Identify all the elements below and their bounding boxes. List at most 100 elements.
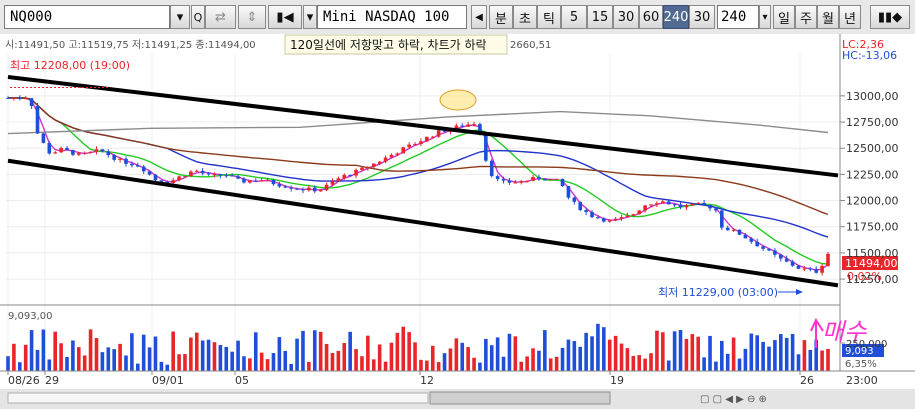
volume-bar: [466, 347, 470, 371]
volume-bar: [407, 332, 411, 371]
count-input[interactable]: 240: [717, 5, 759, 29]
candle-body: [501, 179, 506, 181]
volume-bar: [826, 348, 830, 371]
instrument-name-field[interactable]: Mini NASDAQ 100: [317, 5, 467, 29]
volume-bar: [802, 340, 807, 371]
zoom-controls-icon[interactable]: ▢ ▢ ◀ ▶ ⊖ ⊕: [700, 394, 767, 405]
name-dropdown-button[interactable]: ▾: [303, 5, 317, 29]
view-tab-3[interactable]: 년: [839, 5, 861, 29]
candle-body: [826, 253, 830, 266]
volume-bar: [47, 359, 52, 371]
candle-body: [253, 180, 258, 182]
volume-bar: [141, 334, 146, 371]
period-tab-8[interactable]: 30: [689, 5, 715, 29]
period-tab-7[interactable]: 240: [663, 5, 689, 29]
compare-button[interactable]: ⇄: [205, 5, 236, 29]
candle-body: [124, 158, 128, 164]
scroll-thumb[interactable]: [429, 391, 611, 405]
volume-bar: [796, 354, 801, 371]
candle-body: [489, 160, 494, 177]
volume-bar: [784, 337, 789, 371]
volume-bar: [76, 347, 81, 371]
period-tab-6[interactable]: 60: [639, 5, 663, 29]
candle-body: [277, 184, 282, 187]
volume-bar: [590, 336, 594, 371]
volume-bar: [59, 343, 63, 371]
volume-bar: [661, 332, 665, 371]
candle-body: [200, 170, 205, 174]
chart-area[interactable]: 시:11491,50 고:11519,75 저:11491,25 종:11494…: [0, 34, 915, 409]
resistance-highlight: [439, 89, 477, 111]
volume-bar: [17, 362, 22, 371]
symbol-input[interactable]: NQ000: [4, 5, 170, 29]
period-tab-4[interactable]: 15: [587, 5, 613, 29]
volume-bar: [454, 338, 459, 371]
period-tab-1[interactable]: 초: [513, 5, 537, 29]
candle-body: [672, 204, 677, 206]
count-value: 240: [721, 9, 747, 25]
volume-bar: [12, 343, 16, 371]
candle-body: [242, 178, 246, 183]
volume-bar: [218, 345, 223, 371]
candle-body: [183, 176, 187, 178]
volume-bar: [94, 338, 99, 371]
volume-bar: [484, 338, 488, 371]
period-tab-0[interactable]: 분: [489, 5, 513, 29]
candle-body: [584, 210, 588, 213]
candle-body: [259, 180, 264, 182]
volume-bar: [460, 342, 465, 371]
candle-body: [6, 97, 10, 99]
candle-body: [401, 147, 406, 154]
candle-body: [484, 133, 488, 161]
volume-bar: [519, 361, 524, 371]
candle-body: [419, 141, 423, 145]
candle-body: [619, 217, 624, 219]
view-tab-0[interactable]: 일: [773, 5, 795, 29]
volume-bar: [106, 347, 111, 371]
y-tick-label: 11750,00: [846, 221, 899, 234]
candle-body: [507, 180, 512, 183]
prev-button[interactable]: ◀: [471, 5, 487, 29]
volume-bar: [301, 330, 305, 371]
view-tab-1[interactable]: 주: [795, 5, 817, 29]
period-tab-3[interactable]: 5: [561, 5, 587, 29]
y-tick-label: 11500,00: [846, 247, 899, 260]
note-text: 120일선에 저항맞고 하락, 차트가 하락: [290, 38, 487, 52]
candle-body: [596, 217, 600, 219]
candle-body: [779, 254, 783, 259]
volume-bar: [41, 329, 46, 371]
volume-bar: [253, 332, 258, 371]
candle-body: [53, 152, 57, 154]
period-tab-5[interactable]: 30: [613, 5, 639, 29]
y-tick-label: 12750,00: [846, 116, 899, 129]
volume-bar: [548, 358, 553, 371]
volume-bar: [725, 353, 730, 371]
volume-bar: [749, 333, 754, 371]
volume-bar: [773, 340, 777, 371]
sound-button[interactable]: ▮◀: [268, 5, 302, 29]
compare-icon: ⇄: [215, 9, 226, 25]
scroll-track[interactable]: [7, 392, 429, 404]
volume-bar: [401, 326, 406, 371]
candle-body: [720, 210, 724, 228]
symbol-dropdown-button[interactable]: ▾: [170, 5, 190, 29]
volume-bar: [720, 340, 724, 371]
volume-bar: [248, 358, 252, 371]
x-tick-label: 09/01: [152, 374, 184, 387]
volume-bar: [147, 347, 152, 371]
period-tab-2[interactable]: 틱: [537, 5, 561, 29]
count-dropdown-button[interactable]: ▾: [759, 5, 771, 29]
settings-button[interactable]: ▮▮◆: [870, 5, 910, 29]
volume-bar: [761, 341, 765, 371]
volume-bar: [666, 360, 671, 371]
instrument-name: Mini NASDAQ 100: [323, 9, 450, 25]
candle-body: [295, 188, 299, 190]
view-tab-2[interactable]: 월: [817, 5, 839, 29]
search-button[interactable]: Q: [191, 5, 205, 29]
volume-bar: [124, 355, 128, 371]
volume-bar: [277, 337, 282, 371]
candle-body: [725, 227, 730, 231]
volume-bar: [602, 327, 606, 371]
candle-body: [389, 154, 394, 158]
scroll-button[interactable]: ⇕: [238, 5, 266, 29]
